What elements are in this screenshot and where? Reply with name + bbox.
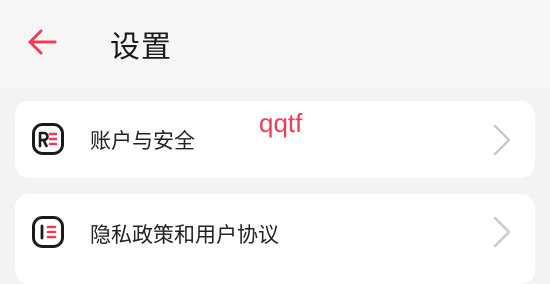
settings-item-privacy-policy[interactable]: 隐私政策和用户协议 (15, 194, 535, 284)
settings-item-label: 账户与安全 (90, 129, 195, 153)
account-security-icon (32, 123, 64, 155)
privacy-policy-icon (32, 216, 64, 248)
chevron-right-icon (493, 124, 511, 156)
header-bar: 设置 (0, 0, 550, 88)
back-button[interactable] (24, 26, 60, 58)
page-title: 设置 (110, 30, 172, 65)
chevron-right-icon (493, 216, 511, 248)
arrow-left-icon (28, 29, 57, 55)
settings-item-label: 隐私政策和用户协议 (90, 223, 279, 247)
overlay-text: qqtf (259, 108, 303, 138)
